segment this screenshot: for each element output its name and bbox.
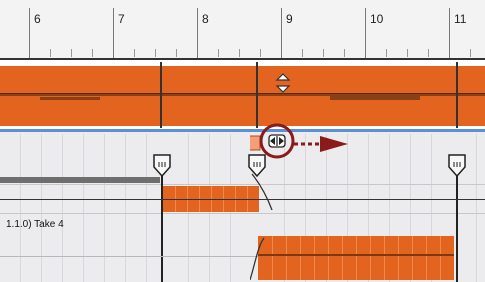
bar-label-11: 11 xyxy=(454,12,467,26)
comping-marker-icon[interactable] xyxy=(447,153,467,179)
right-arrow-icon xyxy=(320,136,348,152)
bar-line-top xyxy=(160,62,162,128)
waveform-peak xyxy=(330,96,420,100)
grid-line xyxy=(83,134,84,282)
arrange-window: 6 7 8 9 10 11 1.1.0) Take 4 xyxy=(0,0,485,282)
grid-seg xyxy=(440,236,441,280)
bar-line-8 xyxy=(197,8,198,58)
crossfade-handle-background xyxy=(250,135,261,151)
grid-line xyxy=(476,134,477,282)
ruler-tick xyxy=(155,49,156,57)
grid-seg xyxy=(370,236,371,280)
bar-line-top xyxy=(456,62,458,128)
ruler-tick xyxy=(239,49,240,57)
grid-seg xyxy=(314,236,315,280)
ruler-tick xyxy=(344,49,345,57)
ruler-tick xyxy=(302,49,303,57)
ruler-tick xyxy=(428,49,429,57)
bar-line-10 xyxy=(365,8,366,58)
comp-range-bar xyxy=(0,177,160,183)
ruler-tick xyxy=(71,49,72,57)
ruler-divider xyxy=(0,58,485,60)
diamond-resize-icon[interactable] xyxy=(272,72,294,94)
ruler-tick xyxy=(323,49,324,57)
timeline-ruler[interactable]: 6 7 8 9 10 11 xyxy=(0,0,485,58)
grid-seg xyxy=(356,236,357,280)
bar-line-top xyxy=(256,62,258,128)
crossfade-handle-icon xyxy=(268,134,286,148)
grid-seg xyxy=(412,236,413,280)
grid-seg xyxy=(300,236,301,280)
region-center-line xyxy=(0,93,485,94)
comp-region-top[interactable] xyxy=(0,66,485,126)
ruler-tick xyxy=(386,49,387,57)
grid-line xyxy=(20,134,21,282)
grid-line xyxy=(146,134,147,282)
ruler-tick xyxy=(470,49,471,57)
grid-seg xyxy=(286,236,287,280)
bar-line-7 xyxy=(113,8,114,58)
crossfade-drag-annotation xyxy=(250,123,348,159)
waveform-thin xyxy=(0,256,258,257)
grid-line xyxy=(104,134,105,282)
grid-seg xyxy=(342,236,343,280)
take-center-line xyxy=(0,199,485,200)
grid-line xyxy=(41,134,42,282)
ruler-tick xyxy=(260,49,261,57)
bar-line-11 xyxy=(449,8,450,58)
bar-label-9: 9 xyxy=(286,12,293,26)
ruler-tick xyxy=(176,49,177,57)
grid-seg xyxy=(328,236,329,280)
crossfade-curve xyxy=(250,173,273,281)
grid-seg xyxy=(384,236,385,280)
grid-line xyxy=(62,134,63,282)
bar-line-6 xyxy=(29,8,30,58)
waveform-peak xyxy=(40,97,100,100)
take-region-comp[interactable] xyxy=(258,236,454,280)
ruler-tick xyxy=(218,49,219,57)
take-name-label: 1.1.0) Take 4 xyxy=(6,219,64,230)
bar-label-10: 10 xyxy=(370,12,384,26)
grid-seg xyxy=(398,236,399,280)
bar-label-6: 6 xyxy=(34,12,41,26)
waveform xyxy=(258,254,454,256)
bar-label-8: 8 xyxy=(202,12,209,26)
ruler-tick xyxy=(50,49,51,57)
lane-divider xyxy=(0,213,485,214)
bar-line-9 xyxy=(281,8,282,58)
bar-label-7: 7 xyxy=(118,12,125,26)
lane-divider xyxy=(0,184,485,185)
comping-marker-icon[interactable] xyxy=(152,153,172,179)
ruler-tick xyxy=(407,49,408,57)
grid-line xyxy=(125,134,126,282)
ruler-tick xyxy=(134,49,135,57)
grid-seg xyxy=(426,236,427,280)
ruler-tick xyxy=(92,49,93,57)
